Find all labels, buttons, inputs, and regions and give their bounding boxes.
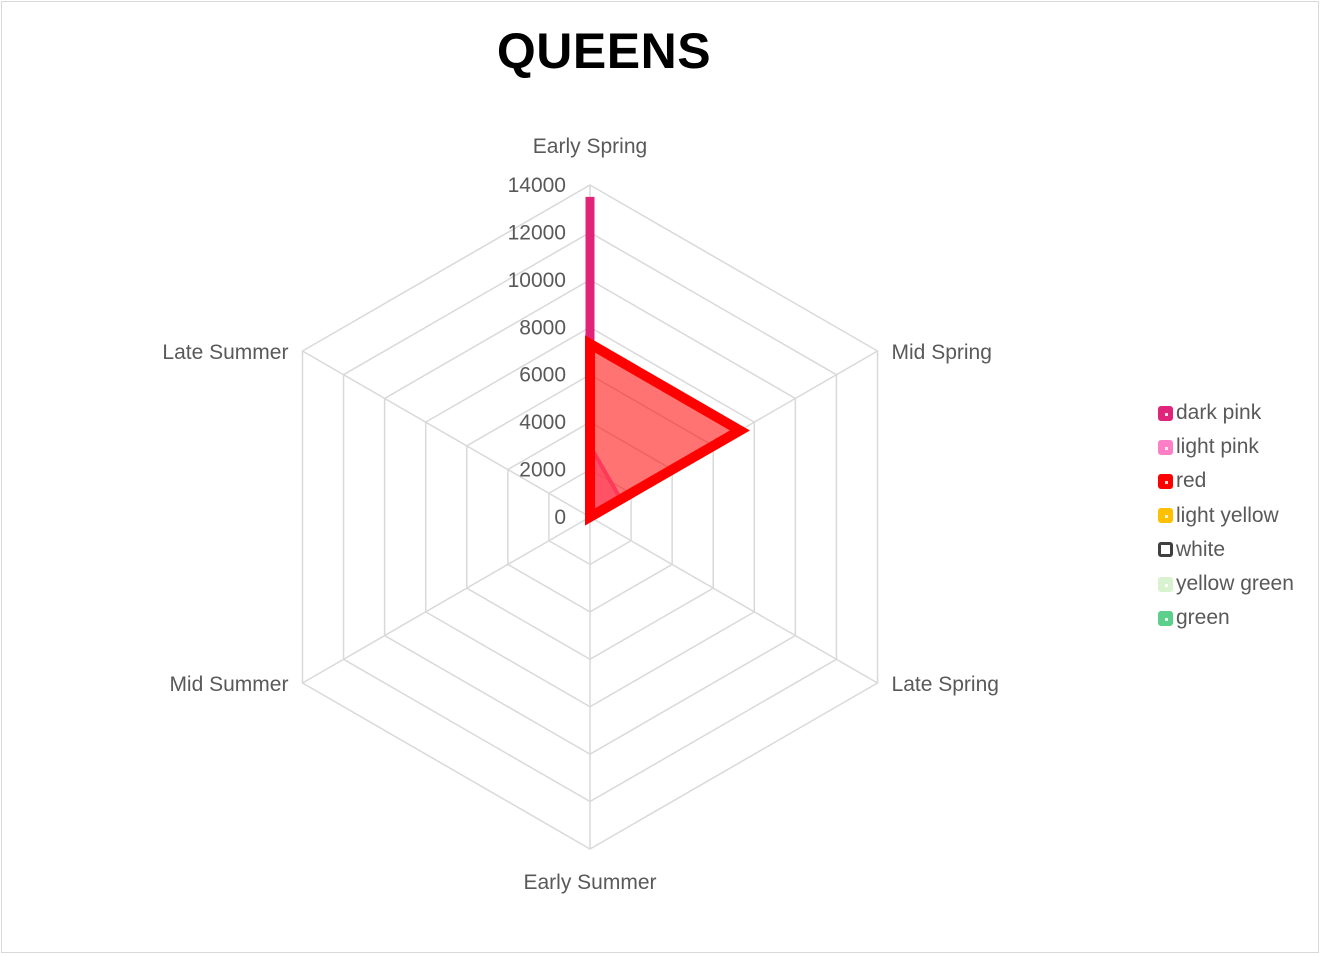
axis-label: Mid Summer	[169, 673, 288, 696]
legend-swatch	[1158, 576, 1173, 592]
legend-item: yellow green	[1158, 567, 1294, 601]
radar-tick-labels: 0 2000 4000 6000 8000 10000 12000 14000	[508, 174, 566, 529]
radar-axis-labels: Early Spring Mid Spring Late Spring Early S…	[162, 135, 999, 894]
legend-item: light yellow	[1158, 499, 1294, 533]
legend-swatch	[1158, 610, 1173, 626]
legend-label: red	[1176, 469, 1207, 493]
legend-label: white	[1176, 537, 1226, 561]
tick-label: 10000	[508, 269, 566, 292]
legend-swatch	[1158, 405, 1173, 421]
axis-label: Late Summer	[162, 341, 288, 364]
legend-item: green	[1158, 601, 1294, 635]
grid-spoke	[302, 516, 591, 684]
tick-label: 2000	[519, 459, 566, 482]
legend-label: yellow green	[1176, 572, 1294, 596]
axis-label: Late Spring	[892, 673, 999, 696]
legend-item: light pink	[1158, 430, 1294, 464]
legend-item: dark pink	[1158, 396, 1294, 430]
legend-label: light pink	[1176, 435, 1259, 459]
legend-swatch	[1158, 473, 1173, 489]
legend-item: red	[1158, 464, 1294, 498]
legend-label: light yellow	[1176, 503, 1279, 527]
grid-spoke	[589, 516, 878, 684]
tick-label: 14000	[508, 174, 566, 197]
legend: dark pink light pink red light yellow white y…	[1158, 396, 1294, 635]
radar-chart: 0 2000 4000 6000 8000 10000 12000 14000 Early S…	[162, 135, 999, 894]
tick-label: 12000	[508, 221, 566, 244]
legend-swatch	[1158, 542, 1173, 558]
legend-swatch	[1158, 508, 1173, 524]
legend-label: dark pink	[1176, 401, 1262, 425]
axis-label: Mid Spring	[892, 341, 992, 364]
tick-label: 6000	[519, 364, 566, 387]
tick-label: 4000	[519, 411, 566, 434]
legend-item: white	[1158, 533, 1294, 567]
axis-label: Early Spring	[533, 135, 647, 158]
legend-swatch	[1158, 439, 1173, 455]
legend-label: green	[1176, 606, 1230, 630]
tick-label: 0	[554, 506, 566, 529]
axis-label: Early Summer	[523, 871, 656, 894]
tick-label: 8000	[519, 316, 566, 339]
